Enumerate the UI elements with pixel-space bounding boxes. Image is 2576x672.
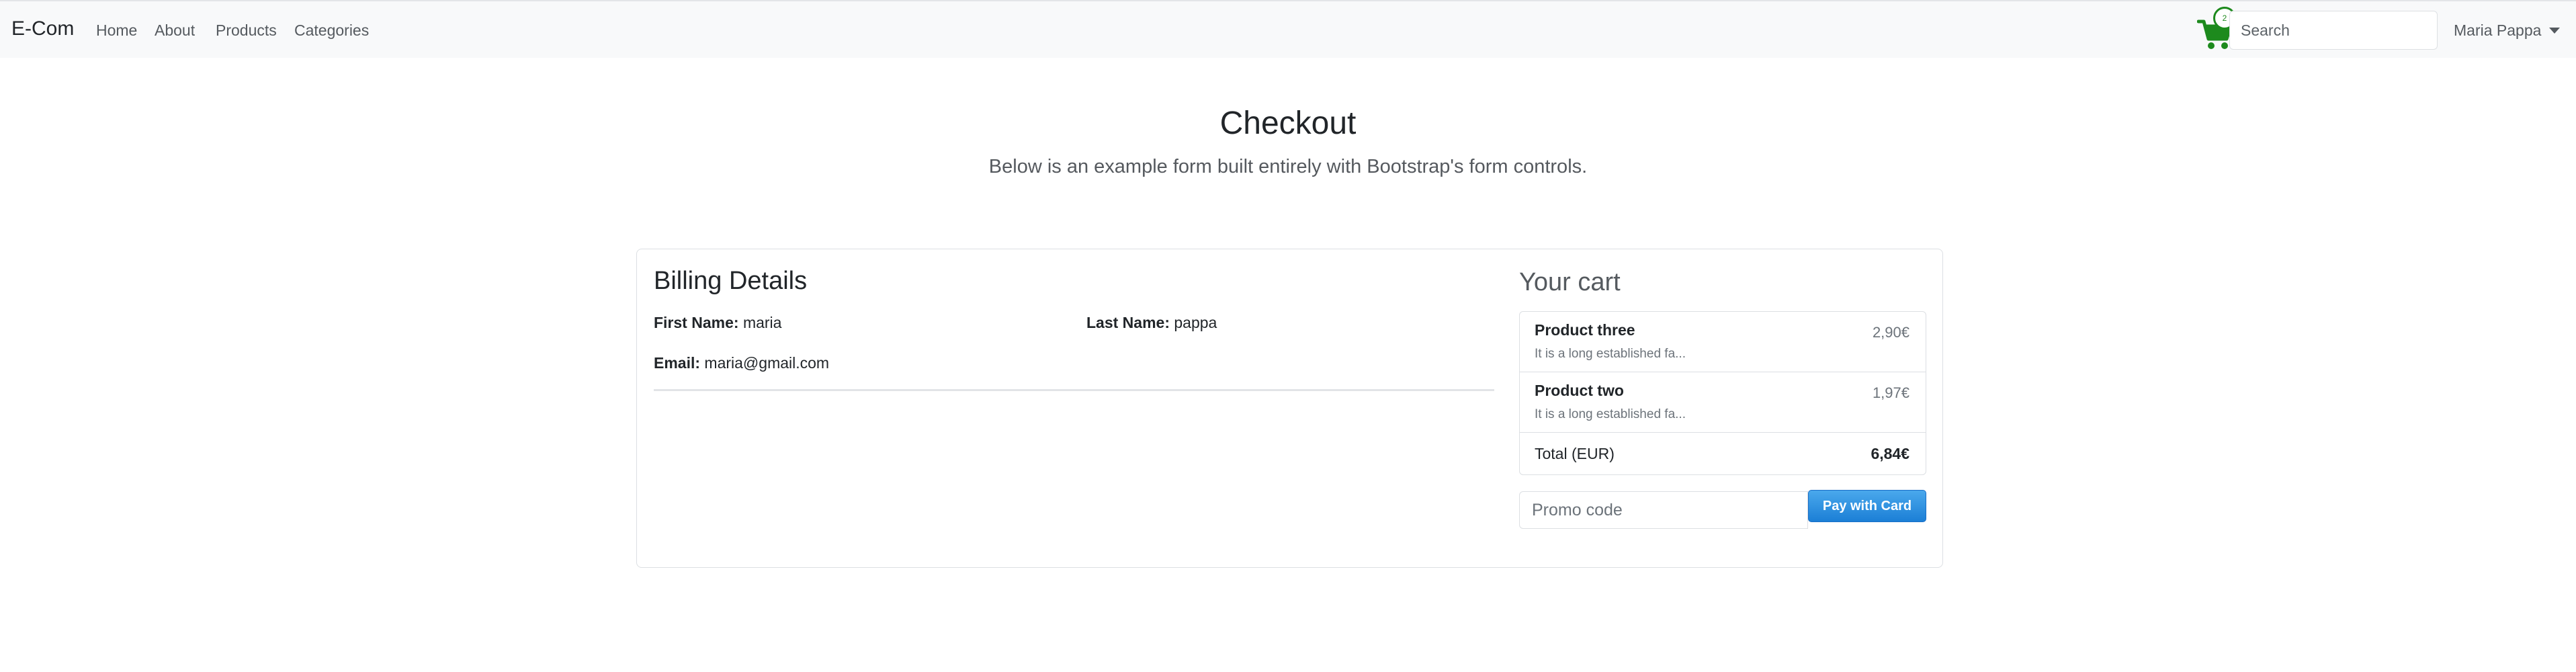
first-name-value: maria [742, 314, 782, 331]
nav-link-products[interactable]: Products [216, 22, 277, 40]
navbar: E-Com Home About Products Categories 2 M… [0, 0, 2576, 58]
promo-code-input[interactable] [1519, 491, 1808, 529]
cart-item-price: 2,90€ [1872, 324, 1909, 341]
cart-item-price: 1,97€ [1872, 384, 1909, 401]
user-menu-dropdown[interactable]: Maria Pappa [2454, 22, 2561, 40]
cart-total-label: Total (EUR) [1535, 445, 1615, 462]
chevron-down-icon [2549, 28, 2561, 34]
cart-list: Product three It is a long established f… [1519, 311, 1926, 475]
user-name: Maria Pappa [2454, 22, 2542, 39]
first-name-label: First Name: [654, 314, 739, 331]
last-name-field: Last Name: pappa [1086, 314, 1217, 332]
billing-title: Billing Details [654, 267, 808, 295]
last-name-label: Last Name: [1086, 314, 1170, 331]
cart-item: Product two It is a long established fa.… [1520, 372, 1926, 433]
cart-item-name: Product three [1535, 321, 1635, 339]
cart-item-name: Product two [1535, 382, 1624, 399]
cart-item-description: It is a long established fa... [1535, 347, 1686, 361]
cart-item-description: It is a long established fa... [1535, 407, 1686, 421]
nav-link-home[interactable]: Home [96, 22, 137, 40]
brand-logo-link[interactable]: E-Com [11, 17, 74, 40]
email-value: maria@gmail.com [704, 354, 830, 372]
cart-total-value: 6,84€ [1871, 445, 1909, 462]
pay-with-card-button[interactable]: Pay with Card [1808, 490, 1926, 522]
first-name-field: First Name: maria [654, 314, 781, 332]
search-input[interactable] [2229, 11, 2438, 50]
cart-item: Product three It is a long established f… [1520, 312, 1926, 372]
last-name-value: pappa [1174, 314, 1217, 331]
nav-link-about[interactable]: About [155, 22, 195, 40]
email-label: Email: [654, 354, 701, 372]
cart-title: Your cart [1519, 268, 1621, 296]
page-lead: Below is an example form built entirely … [988, 156, 1588, 177]
cart-total-row: Total (EUR) 6,84€ [1520, 433, 1926, 474]
checkout-card: Billing Details First Name: maria Last N… [636, 249, 1943, 568]
page-title: Checkout [1219, 106, 1357, 141]
billing-divider [654, 389, 1494, 391]
email-field: Email: maria@gmail.com [654, 354, 829, 372]
nav-link-categories[interactable]: Categories [294, 22, 369, 40]
